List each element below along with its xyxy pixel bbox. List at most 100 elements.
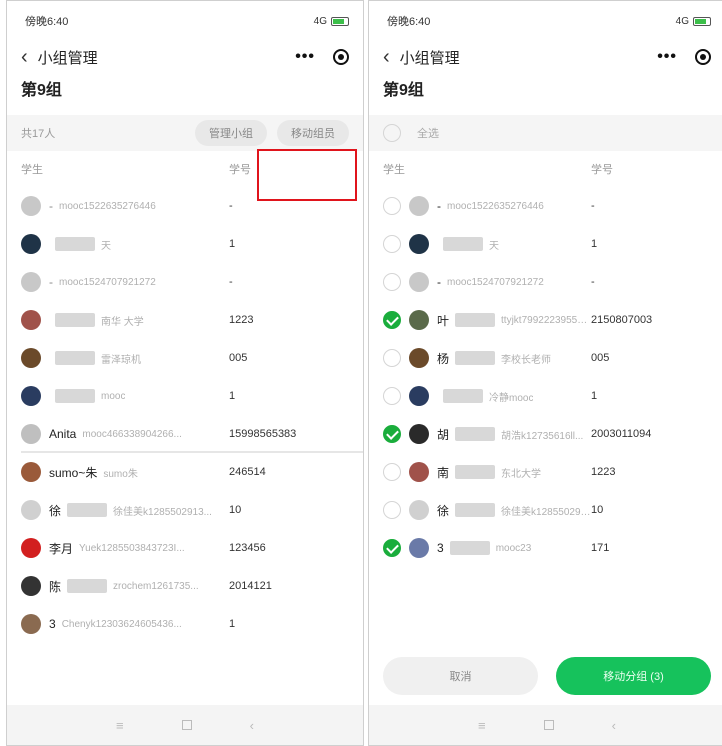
member-nickname: sumo~朱 [49,465,98,480]
member-row[interactable]: 李月 Yuek1285503843723I... 123456 [7,529,363,567]
back-arrow-icon[interactable]: ‹ [21,47,28,67]
member-student-id: 1 [591,390,598,402]
member-student-id: - [591,200,595,212]
status-icons: 4G [314,16,349,27]
more-dots-icon[interactable]: ••• [657,48,677,66]
move-members-button[interactable]: 移动组员 [277,120,349,146]
member-name-cell: 天 [383,234,591,254]
member-count: 共17人 [21,128,56,140]
member-row[interactable]: - mooc1524707921272- [7,263,363,301]
member-row[interactable]: 天1 [369,225,722,263]
record-icon[interactable] [333,49,349,65]
status-bar: 傍晚6:40 4G [369,1,722,41]
member-checkbox[interactable] [383,197,401,215]
member-checkbox[interactable] [383,425,401,443]
member-nickname: 3 [437,541,444,555]
menu-icon[interactable]: ≡ [478,718,486,733]
member-account: 徐佳美k1285502913... [501,506,591,518]
member-name-cell: - mooc1524707921272 [21,272,229,292]
nav-title: 小组管理 [37,49,98,67]
home-icon[interactable] [181,720,192,730]
member-nickname: - [437,275,441,289]
table-header: 学生 学号 [369,151,722,187]
member-checkbox[interactable] [383,463,401,481]
column-student: 学生 [383,164,405,176]
group-toolbar: 共17人 管理小组 移动组员 [7,115,363,151]
redacted-block [455,465,496,479]
member-checkbox[interactable] [383,539,401,557]
member-row[interactable]: 3 Chenyk12303624605436... 1 [7,605,363,643]
member-account: Yuek1285503843723I... [79,542,185,554]
redacted-block [55,313,95,327]
action-bar: 取消 移动分组 (3) [383,657,711,695]
member-account: 南华 大学 [101,316,144,328]
member-row[interactable]: 雷泽琼机 005 [7,339,363,377]
member-row[interactable]: - mooc1522635276446- [369,187,722,225]
member-row[interactable]: 南华 大学 1223 [7,301,363,339]
member-row[interactable]: 天1 [7,225,363,263]
member-student-id: 1 [229,390,236,402]
member-row[interactable]: 杨 李校长老师 005 [369,339,722,377]
member-checkbox[interactable] [383,501,401,519]
member-checkbox[interactable] [383,273,401,291]
redacted-block [55,389,95,403]
select-all-row[interactable]: 全选 [369,115,722,151]
member-row[interactable]: 冷静mooc 1 [369,377,722,415]
member-account: 天 [101,240,111,252]
member-name-cell: sumo~朱 sumo朱 [21,462,229,482]
member-student-id: - [229,200,233,212]
redacted-block [455,427,496,441]
member-checkbox[interactable] [383,311,401,329]
member-checkbox[interactable] [383,349,401,367]
member-row[interactable]: Anita mooc466338904266... 15998565383 [7,415,363,453]
manage-group-button[interactable]: 管理小组 [195,120,267,146]
cancel-button[interactable]: 取消 [383,657,538,695]
member-row[interactable]: - mooc1524707921272- [369,263,722,301]
select-all-label: 全选 [417,128,439,140]
redacted-block [455,351,496,365]
back-arrow-icon[interactable]: ‹ [383,47,390,67]
avatar [21,196,41,216]
member-nickname: - [49,275,53,289]
member-student-id: 171 [591,542,610,554]
member-checkbox[interactable] [383,387,401,405]
member-nickname: Anita [49,427,77,441]
member-row[interactable]: 徐徐佳美k1285502913... 10 [369,491,722,529]
member-nickname: - [49,199,53,213]
member-row[interactable]: 胡 胡浩k12735616ll... 2003011094 [369,415,722,453]
system-nav-bar: ≡ ‹ [369,705,722,745]
avatar [21,576,41,596]
avatar [409,424,429,444]
member-row[interactable]: 3 mooc23 171 [369,529,722,567]
avatar [409,196,429,216]
record-icon[interactable] [695,49,711,65]
nav-title: 小组管理 [399,49,460,67]
member-row[interactable]: 陈 zrochem1261735... 2014121 [7,567,363,605]
member-account: mooc23 [495,542,532,554]
member-name-cell: mooc [21,386,229,406]
back-nav-icon[interactable]: ‹ [250,718,254,733]
menu-icon[interactable]: ≡ [116,718,124,733]
back-nav-icon[interactable]: ‹ [612,718,616,733]
avatar [21,234,41,254]
home-icon[interactable] [543,720,554,730]
member-row[interactable]: 徐徐佳美k1285502913... 10 [7,491,363,529]
member-account: mooc1524707921272 [447,276,544,288]
member-checkbox[interactable] [383,235,401,253]
move-to-group-button[interactable]: 移动分组 (3) [556,657,711,695]
more-dots-icon[interactable]: ••• [295,48,315,66]
member-student-id: 123456 [229,542,266,554]
member-nickname: 叶 [437,313,450,328]
member-name-cell: - mooc1524707921272 [383,272,591,292]
member-row[interactable]: sumo~朱 sumo朱 246514 [7,453,363,491]
member-row[interactable]: mooc 1 [7,377,363,415]
member-row[interactable]: 南 东北大学 1223 [369,453,722,491]
avatar [21,348,41,368]
member-account: Chenyk12303624605436... [61,618,182,630]
member-nickname: 胡 [437,427,450,442]
member-nickname: 徐 [49,503,62,518]
member-row[interactable]: 叶 ttyjkt799222395597... 2150807003 [369,301,722,339]
member-name-cell: 徐 徐佳美k1285502913... [21,500,229,520]
select-all-checkbox[interactable] [383,124,401,142]
avatar [409,272,429,292]
